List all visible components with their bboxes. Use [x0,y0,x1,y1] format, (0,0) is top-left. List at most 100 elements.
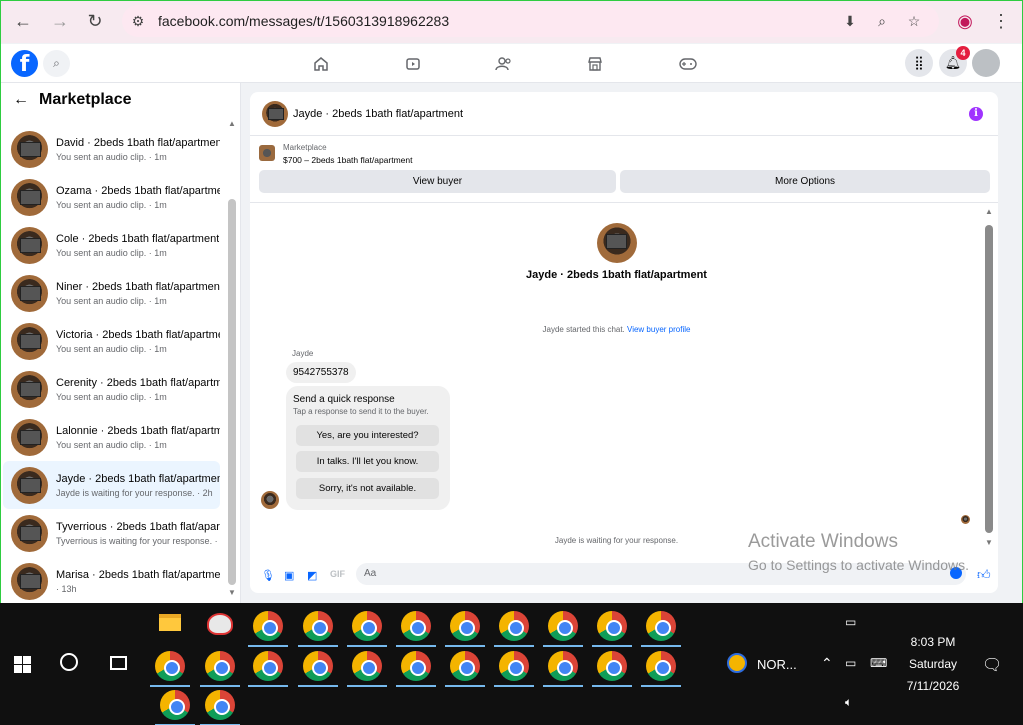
listing-thumbnail [259,145,275,161]
chrome-window-icon[interactable] [248,607,288,647]
conversation-item[interactable]: Niner · 2beds 1bath flat/apartment You se… [3,269,220,317]
conversation-preview: You sent an audio clip. · 1m [56,343,167,354]
forward-icon[interactable]: → [48,9,72,33]
view-buyer-button[interactable]: View buyer [259,170,616,193]
chrome-window-icon[interactable] [248,647,288,687]
app-icon[interactable] [207,613,233,635]
microphone-icon[interactable]: 🎙︎ [261,569,275,582]
avatar [11,514,48,552]
chrome-window-icon[interactable] [150,647,190,687]
chrome-window-icon[interactable] [298,647,338,687]
conversation-item[interactable]: Cole · 2beds 1bath flat/apartment You sen… [3,221,220,269]
chrome-window-icon[interactable] [641,607,681,647]
photo-icon[interactable]: ▣ [284,569,294,582]
chevron-up-icon[interactable]: ⌃ [821,655,833,672]
notification-center-icon[interactable]: 🗨︎ [982,655,1002,675]
chat-avatar[interactable] [262,101,288,127]
conversation-item[interactable]: David · 2beds 1bath flat/apartment You se… [3,125,220,173]
chrome-window-icon[interactable] [494,647,534,687]
marketplace-icon[interactable] [585,54,605,74]
profile-name: Jayde · 2beds 1bath flat/apartment [526,269,707,281]
sticker-icon[interactable]: ◩ [307,569,317,582]
zoom-icon[interactable]: ⌕ [872,11,892,31]
quick-reply-interested-button[interactable]: Yes, are you interested? [296,425,439,446]
gif-icon[interactable]: GIF [330,569,345,579]
menu-dots-icon[interactable]: ⋮ [989,9,1013,33]
reload-icon[interactable]: ↻ [83,9,107,33]
chrome-window-icon[interactable] [592,607,632,647]
account-avatar[interactable] [972,49,1000,77]
chrome-window-icon[interactable] [396,607,436,647]
bookmark-star-icon[interactable]: ☆ [904,11,924,31]
clock-time[interactable]: 8:03 PM [900,635,966,649]
site-settings-icon[interactable]: ⚙ [128,11,148,31]
listing-price-title[interactable]: $700 – 2beds 1bath flat/apartment [283,155,412,165]
sidebar-scrollbar[interactable] [228,199,236,585]
chrome-window-icon[interactable] [200,647,240,687]
marketplace-label: Marketplace [283,143,327,152]
file-explorer-icon[interactable] [159,614,181,631]
speaker-icon[interactable]: 🔈︎ [845,695,852,710]
conversation-preview: You sent an audio clip. · 1m [56,439,167,450]
chrome-window-icon[interactable] [592,647,632,687]
info-icon[interactable]: i [969,107,983,121]
address-bar[interactable]: ⚙ facebook.com/messages/t/15603139189622… [122,5,939,37]
chrome-window-icon[interactable] [155,686,195,725]
chrome-window-icon[interactable] [396,647,436,687]
chrome-window-icon[interactable] [445,607,485,647]
message-bubble[interactable]: 9542755378 [286,362,356,383]
install-app-icon[interactable]: ⬇ [840,11,860,31]
chrome-window-icon[interactable] [494,607,534,647]
chrome-window-icon[interactable] [347,647,387,687]
scroll-down-icon[interactable]: ▼ [228,588,236,597]
conversation-item[interactable]: Marisa · 2beds 1bath flat/apartment · 13h [3,557,220,603]
keyboard-icon[interactable]: ⌨ [870,656,887,670]
friends-icon[interactable] [494,54,514,74]
conversation-item[interactable]: Tyverrious · 2beds 1bath flat/apartment T… [3,509,220,557]
gaming-icon[interactable] [678,54,698,74]
conversation-item-active[interactable]: Jayde · 2beds 1bath flat/apartment Jayde … [3,461,220,509]
conversation-item[interactable]: Cerenity · 2beds 1bath flat/apartment You… [3,365,220,413]
conversation-item[interactable]: Lalonnie · 2beds 1bath flat/apartment You… [3,413,220,461]
norton-icon[interactable] [727,653,747,673]
quick-reply-in-talks-button[interactable]: In talks. I'll let you know. [296,451,439,472]
search-icon[interactable] [60,653,78,671]
profile-avatar[interactable] [597,223,637,263]
back-arrow-icon[interactable]: ← [13,91,29,109]
profile-icon[interactable]: ◉ [953,9,977,33]
chrome-window-icon[interactable] [641,647,681,687]
more-options-button[interactable]: More Options [620,170,990,193]
windows-start-icon[interactable] [14,656,31,673]
task-view-icon[interactable] [110,656,127,670]
home-icon[interactable] [311,54,331,74]
chat-title[interactable]: Jayde · 2beds 1bath flat/apartment [293,108,463,120]
clock-date[interactable]: 7/11/2026 [900,679,966,693]
facebook-logo-icon[interactable]: f [11,50,38,77]
video-icon[interactable] [403,54,423,74]
menu-grid-icon[interactable]: ⣿ [905,49,933,77]
chrome-window-icon[interactable] [445,647,485,687]
quick-reply-not-available-button[interactable]: Sorry, it's not available. [296,478,439,499]
chrome-window-icon[interactable] [200,686,240,725]
avatar [11,322,48,360]
back-icon[interactable]: ← [11,9,35,33]
chrome-window-icon[interactable] [543,607,583,647]
chrome-window-icon[interactable] [298,607,338,647]
norton-label[interactable]: NOR... [757,657,797,672]
chrome-window-icon[interactable] [347,607,387,647]
view-buyer-profile-link[interactable]: View buyer profile [627,325,690,334]
scroll-up-icon[interactable]: ▲ [985,207,993,216]
thread-scrollbar[interactable] [985,225,993,533]
conversation-item[interactable]: Ozama · 2beds 1bath flat/apartment You se… [3,173,220,221]
search-icon[interactable]: ⌕ [43,50,70,77]
network-icon[interactable]: ▭ [845,656,856,670]
thumbs-up-icon[interactable]: 👍︎ [977,567,991,583]
scroll-down-icon[interactable]: ▼ [985,538,993,547]
url-text[interactable]: facebook.com/messages/t/1560313918962283 [158,13,449,29]
meet-now-icon[interactable]: ▭ [845,615,856,629]
conversation-name: Cole · 2beds 1bath flat/apartment [56,232,220,245]
conversation-item[interactable]: Victoria · 2beds 1bath flat/apartment You… [3,317,220,365]
scroll-up-icon[interactable]: ▲ [228,119,236,128]
clock-day[interactable]: Saturday [900,657,966,671]
chrome-window-icon[interactable] [543,647,583,687]
